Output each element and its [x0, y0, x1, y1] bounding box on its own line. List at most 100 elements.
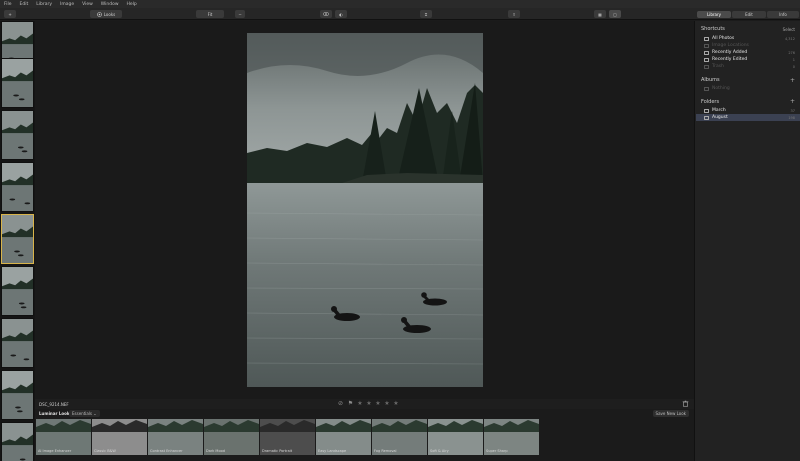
menu-view[interactable]: View	[82, 2, 93, 7]
add-album-button[interactable]: +	[790, 77, 795, 84]
filmstrip-thumbnail[interactable]	[1, 162, 34, 212]
star-icon-4[interactable]: ★	[384, 400, 390, 407]
look-preset[interactable]: Easy Landscape	[316, 419, 371, 455]
look-preset[interactable]: Fog Removal	[372, 419, 427, 455]
look-preset-label: Classic B&W	[94, 449, 116, 453]
image-viewer[interactable]	[35, 21, 694, 399]
look-preset[interactable]: Contrast Enhancer	[148, 419, 203, 455]
library-panel: Library Edit Info Shortcuts Select Album…	[694, 11, 800, 461]
app-window: File Edit Library Image View Window Help…	[0, 0, 800, 461]
album-item[interactable]: Nothing	[696, 85, 800, 92]
split-view-icon: ◐	[339, 11, 343, 17]
filmstrip-thumbnail[interactable]	[1, 266, 34, 316]
add-photos-button[interactable]: +	[4, 10, 16, 18]
look-preset-label: AI Image Enhancer	[38, 449, 72, 453]
crop-button[interactable]: ⌗	[420, 10, 432, 18]
photos-icon	[704, 36, 709, 41]
menu-help[interactable]: Help	[127, 2, 137, 7]
shortcut-item-label: Image Locations	[712, 43, 749, 48]
look-preset-label: Dramatic Portrait	[262, 449, 293, 453]
shortcut-item-label: Recently Added	[712, 50, 748, 55]
menubar: File Edit Library Image View Window Help	[0, 0, 800, 8]
eye-compare-button[interactable]	[320, 10, 332, 18]
add-folder-button[interactable]: +	[790, 98, 795, 105]
star-icon-2[interactable]: ★	[366, 400, 372, 407]
select-button[interactable]: Select	[783, 27, 795, 32]
trash-icon[interactable]	[682, 400, 689, 407]
shortcut-item[interactable]: Recently Edited 1	[696, 56, 800, 63]
star-icon-3[interactable]: ★	[375, 400, 381, 407]
looks-thumbnails: AI Image Enhancer Classic B&W Contrast Enh…	[35, 419, 694, 461]
shortcuts-title: Shortcuts	[701, 26, 725, 32]
zoom-out-button[interactable]: −	[235, 10, 245, 18]
look-preset-label: Easy Landscape	[318, 449, 347, 453]
filmstrip-thumbnail[interactable]	[1, 370, 34, 420]
save-new-look-button[interactable]: Save New Look	[652, 410, 689, 417]
looks-category-dropdown[interactable]: Essentials ⌄	[69, 410, 100, 417]
menu-library[interactable]: Library	[36, 2, 52, 7]
looks-tab[interactable]: Luminar Looks	[39, 411, 72, 416]
look-preset[interactable]: Dark Mood	[204, 419, 259, 455]
filmstrip	[0, 21, 35, 461]
info-bar: DSC_9214.NEF ⊘ ⚑ ★ ★ ★ ★ ★	[35, 399, 694, 409]
single-view-button[interactable]: ▢	[609, 10, 621, 18]
shortcut-item-count: 4,312	[784, 36, 795, 41]
folder-item-august[interactable]: August 198	[696, 114, 800, 121]
filmstrip-thumbnail[interactable]	[1, 110, 34, 160]
album-item-label: Nothing	[712, 86, 730, 91]
tab-library[interactable]: Library	[697, 11, 731, 18]
filmstrip-thumbnail[interactable]	[1, 214, 34, 264]
tab-library-label: Library	[707, 12, 721, 17]
tab-edit[interactable]: Edit	[732, 11, 766, 18]
zoom-label: Fit	[207, 11, 213, 17]
before-after-button[interactable]: ◐	[335, 10, 347, 18]
tab-info[interactable]: Info	[767, 11, 799, 18]
shortcut-item[interactable]: Recently Added 276	[696, 49, 800, 56]
star-icon-1[interactable]: ★	[357, 400, 363, 407]
reject-icon[interactable]: ⊘	[337, 400, 344, 407]
photos-icon	[704, 64, 709, 69]
single-image-icon: ▢	[613, 11, 617, 17]
grid-view-button[interactable]: ▦	[594, 10, 606, 18]
flag-icon[interactable]: ⚑	[347, 400, 354, 407]
tab-info-label: Info	[779, 12, 787, 17]
rating-controls: ⊘ ⚑ ★ ★ ★ ★ ★	[337, 400, 399, 407]
folder-item-count: 198	[788, 115, 795, 120]
look-preset-label: Fog Removal	[374, 449, 397, 453]
share-button[interactable]: ⇪	[508, 10, 520, 18]
shortcut-item[interactable]: Image Locations	[696, 42, 800, 49]
menu-edit[interactable]: Edit	[20, 2, 29, 7]
photos-icon	[704, 43, 709, 48]
albums-title: Albums	[701, 77, 720, 83]
star-icon-5[interactable]: ★	[393, 400, 399, 407]
filmstrip-thumbnail[interactable]	[1, 318, 34, 368]
looks-header: Luminar Looks Essentials ⌄ Save New Look	[35, 409, 694, 418]
folder-item-label: March	[712, 108, 726, 113]
look-preset[interactable]: Soft & Airy	[428, 419, 483, 455]
look-preset-label: Contrast Enhancer	[150, 449, 183, 453]
menu-image[interactable]: Image	[60, 2, 74, 7]
look-preset[interactable]: Super Sharp	[484, 419, 539, 455]
filmstrip-thumbnail[interactable]	[1, 422, 34, 461]
looks-icon	[96, 11, 102, 17]
plus-icon: +	[8, 11, 12, 17]
shortcut-item-count: 1	[792, 57, 795, 62]
eye-icon	[323, 12, 329, 16]
menu-window[interactable]: Window	[101, 2, 119, 7]
filmstrip-thumbnail[interactable]	[1, 58, 34, 108]
shortcut-item[interactable]: All Photos 4,312	[696, 35, 800, 42]
shortcut-item-label: Trash	[712, 64, 724, 69]
menu-file[interactable]: File	[4, 2, 12, 7]
look-preset[interactable]: AI Image Enhancer	[36, 419, 91, 455]
main-photo[interactable]	[247, 33, 483, 387]
file-name: DSC_9214.NEF	[39, 402, 69, 407]
folder-item-march[interactable]: March 37	[696, 107, 800, 114]
zoom-dropdown[interactable]: Fit	[196, 10, 224, 18]
looks-button[interactable]: Looks	[90, 10, 122, 18]
shortcut-item-label: All Photos	[712, 36, 735, 41]
folder-icon	[704, 108, 709, 113]
look-preset[interactable]: Dramatic Portrait	[260, 419, 315, 455]
folder-item-label: August	[712, 115, 728, 120]
shortcut-item[interactable]: Trash 0	[696, 63, 800, 70]
look-preset[interactable]: Classic B&W	[92, 419, 147, 455]
